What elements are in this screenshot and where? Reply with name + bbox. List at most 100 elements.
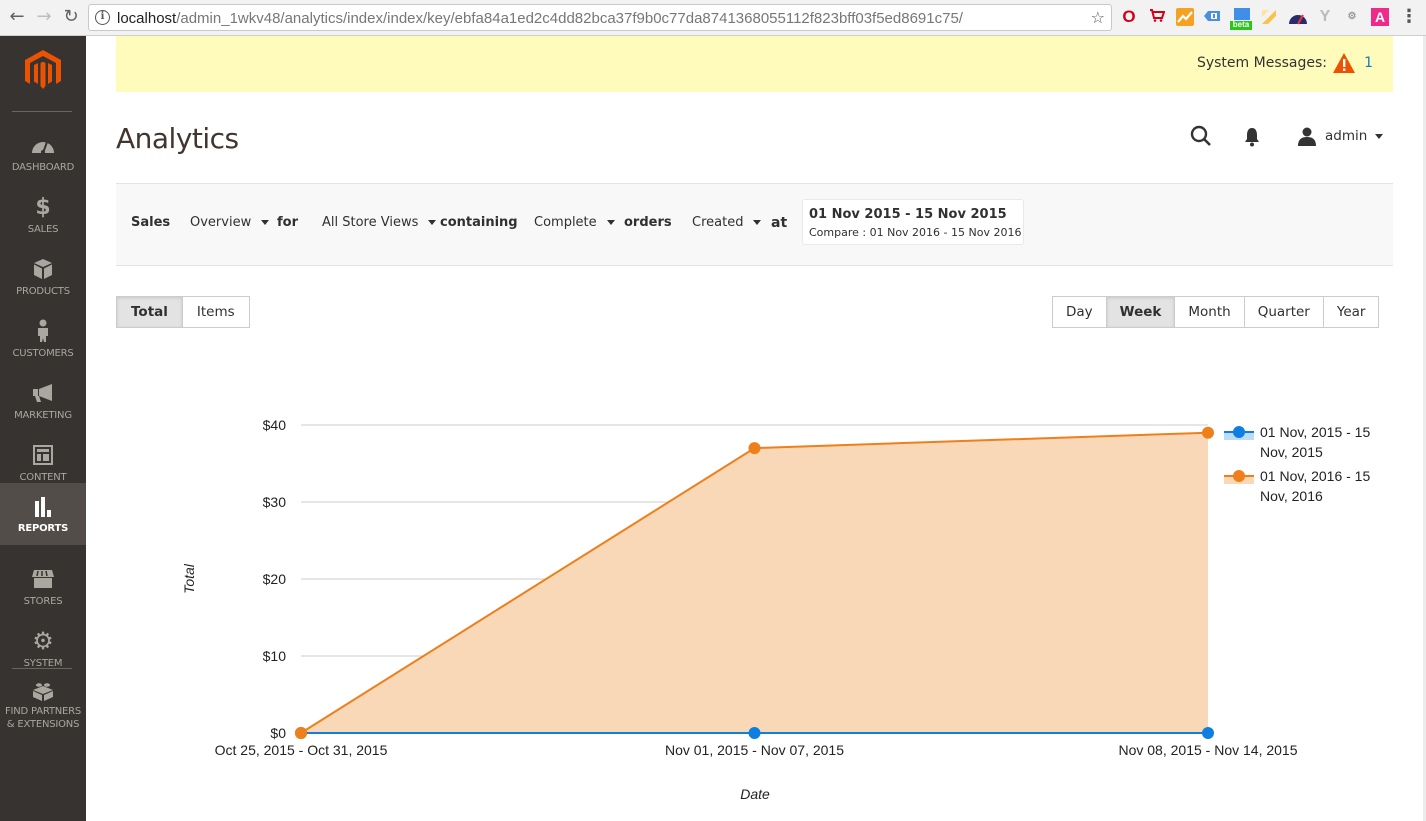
tab-items[interactable]: Items	[181, 296, 250, 328]
y-tick-label: $20	[263, 571, 287, 587]
tab-quarter[interactable]: Quarter	[1243, 296, 1324, 328]
date-range-value: 01 Nov 2015 - 15 Nov 2015	[809, 207, 1007, 222]
forward-button[interactable]: →	[33, 6, 55, 28]
tab-week[interactable]: Week	[1105, 296, 1176, 328]
seo-icon[interactable]: ⚙	[1343, 8, 1361, 26]
user-icon	[1298, 127, 1316, 146]
box-icon	[34, 259, 52, 279]
beta-icon[interactable]: beta	[1230, 8, 1252, 30]
data-point	[295, 727, 307, 739]
sidebar-item-stores[interactable]: STORES	[0, 558, 86, 620]
x-tick-label: Nov 01, 2015 - Nov 07, 2015	[665, 742, 844, 758]
date-type-select[interactable]: Created	[692, 215, 762, 230]
layout-icon	[33, 445, 53, 465]
order-status-select[interactable]: Complete	[534, 215, 615, 230]
address-bar[interactable]: i localhost/admin_1wkv48/analytics/index…	[88, 4, 1112, 31]
search-icon[interactable]	[1190, 125, 1212, 147]
cart-icon[interactable]	[1148, 8, 1166, 26]
browser-menu-icon[interactable]: ⋮	[1400, 6, 1418, 27]
sidebar-label: CUSTOMERS	[12, 348, 74, 359]
x-tick-label: Nov 08, 2015 - Nov 14, 2015	[1118, 742, 1297, 758]
browser-toolbar: ← → ↻ i localhost/admin_1wkv48/analytics…	[0, 0, 1426, 36]
sidebar-label-line1: FIND PARTNERS	[4, 706, 82, 717]
sidebar-label: MARKETING	[14, 410, 72, 421]
system-messages-label: System Messages:	[1196, 55, 1327, 71]
x-tick-label: Oct 25, 2015 - Oct 31, 2015	[215, 742, 388, 758]
at-label: at	[771, 215, 788, 231]
y-tick-label: $0	[270, 725, 286, 741]
tag-icon[interactable]	[1203, 8, 1221, 26]
metric-toggle-group: Total Items	[116, 296, 250, 328]
tab-total[interactable]: Total	[116, 296, 183, 328]
report-filter-bar: Sales Overview for All Store Views conta…	[116, 183, 1393, 266]
legend-label: Nov, 2016	[1260, 488, 1323, 504]
sidebar-label: STORES	[23, 596, 63, 607]
sidebar-label: SALES	[27, 224, 59, 235]
period-toggle-group: Day Week Month Quarter Year	[1052, 296, 1380, 328]
sidebar-label-line2: & EXTENSIONS	[6, 719, 80, 730]
series-area	[301, 432, 1208, 733]
megaphone-icon	[33, 384, 52, 402]
info-icon[interactable]: i	[95, 10, 110, 25]
tab-month[interactable]: Month	[1174, 296, 1245, 328]
tab-year[interactable]: Year	[1322, 296, 1380, 328]
highlighter-icon[interactable]	[1260, 8, 1278, 26]
magento-logo[interactable]	[24, 50, 62, 90]
sales-chart: $0 $10 $20 $30 $40 Oct 25, 2015 - Oct 31, 20…	[181, 417, 1370, 802]
y-axis-label: Total	[181, 563, 197, 594]
data-point	[748, 442, 761, 455]
system-messages-bar: System Messages: 1	[116, 36, 1393, 92]
report-type-select[interactable]: Overview	[190, 215, 270, 230]
warning-icon[interactable]	[1333, 53, 1355, 73]
date-range-picker[interactable]: 01 Nov 2015 - 15 Nov 2015 Compare : 01 N…	[802, 199, 1024, 245]
opera-icon[interactable]: O	[1120, 8, 1138, 26]
legend-label: 01 Nov, 2016 - 15	[1260, 468, 1370, 484]
sidebar-item-reports[interactable]: REPORTS	[0, 483, 86, 545]
report-type-value: Overview	[190, 215, 252, 230]
bookmark-star-icon[interactable]: ☆	[1091, 8, 1105, 27]
notifications-bell-icon[interactable]	[1244, 127, 1260, 147]
admin-user-menu[interactable]: admin	[1297, 125, 1384, 147]
analytics-icon[interactable]	[1176, 8, 1194, 26]
dashboard-icon	[32, 141, 54, 154]
y-icon[interactable]: Y	[1316, 8, 1334, 26]
sidebar-item-customers[interactable]: CUSTOMERS	[0, 310, 86, 372]
store-view-value: All Store Views	[322, 215, 419, 230]
containing-label: containing	[440, 215, 518, 230]
sidebar-item-sales[interactable]: $ SALES	[0, 186, 86, 248]
page-title: Analytics	[116, 122, 239, 155]
dollar-icon: $	[35, 194, 51, 220]
sidebar-label: PRODUCTS	[16, 286, 70, 297]
data-point	[1202, 727, 1214, 739]
a-icon-label: A	[1374, 9, 1386, 25]
sidebar-item-marketing[interactable]: MARKETING	[0, 372, 86, 434]
chevron-down-icon	[606, 220, 615, 225]
y-tick-label: $30	[263, 494, 287, 510]
legend-label: Nov, 2015	[1260, 444, 1323, 460]
sidebar-item-find-partners[interactable]: FIND PARTNERS & EXTENSIONS	[0, 674, 86, 744]
compare-range-value: Compare : 01 Nov 2016 - 15 Nov 2016	[809, 226, 1022, 239]
sidebar-item-dashboard[interactable]: DASHBOARD	[0, 124, 86, 186]
reload-button[interactable]: ↻	[60, 6, 82, 28]
back-button[interactable]: ←	[6, 6, 28, 28]
store-view-select[interactable]: All Store Views	[322, 215, 437, 230]
url-text[interactable]: localhost/admin_1wkv48/analytics/index/i…	[117, 10, 963, 27]
sidebar-label: FIND PARTNERS & EXTENSIONS	[0, 705, 86, 731]
a-icon[interactable]: A	[1371, 8, 1389, 26]
y-tick-label: $40	[263, 417, 287, 433]
x-axis-ticks: Oct 25, 2015 - Oct 31, 2015 Nov 01, 2015 …	[215, 742, 1298, 758]
url-path: /admin_1wkv48/analytics/index/index/key/…	[176, 10, 963, 27]
system-messages-count[interactable]: 1	[1364, 55, 1373, 71]
speedometer-icon[interactable]	[1288, 8, 1307, 26]
gear-icon: ⚙	[32, 627, 54, 655]
tab-day[interactable]: Day	[1052, 296, 1107, 328]
logo-divider	[12, 111, 72, 112]
legend-label: 01 Nov, 2015 - 15	[1260, 424, 1370, 440]
sidebar-item-products[interactable]: PRODUCTS	[0, 248, 86, 310]
bar-chart-icon	[35, 497, 51, 517]
admin-sidebar: DASHBOARD $ SALES PRODUCTS CUSTOMERS MAR…	[0, 36, 86, 821]
order-status-value: Complete	[534, 215, 597, 230]
y-tick-label: $10	[263, 648, 287, 664]
chevron-down-icon	[428, 220, 437, 225]
sidebar-item-system[interactable]: ⚙ SYSTEM	[0, 620, 86, 682]
